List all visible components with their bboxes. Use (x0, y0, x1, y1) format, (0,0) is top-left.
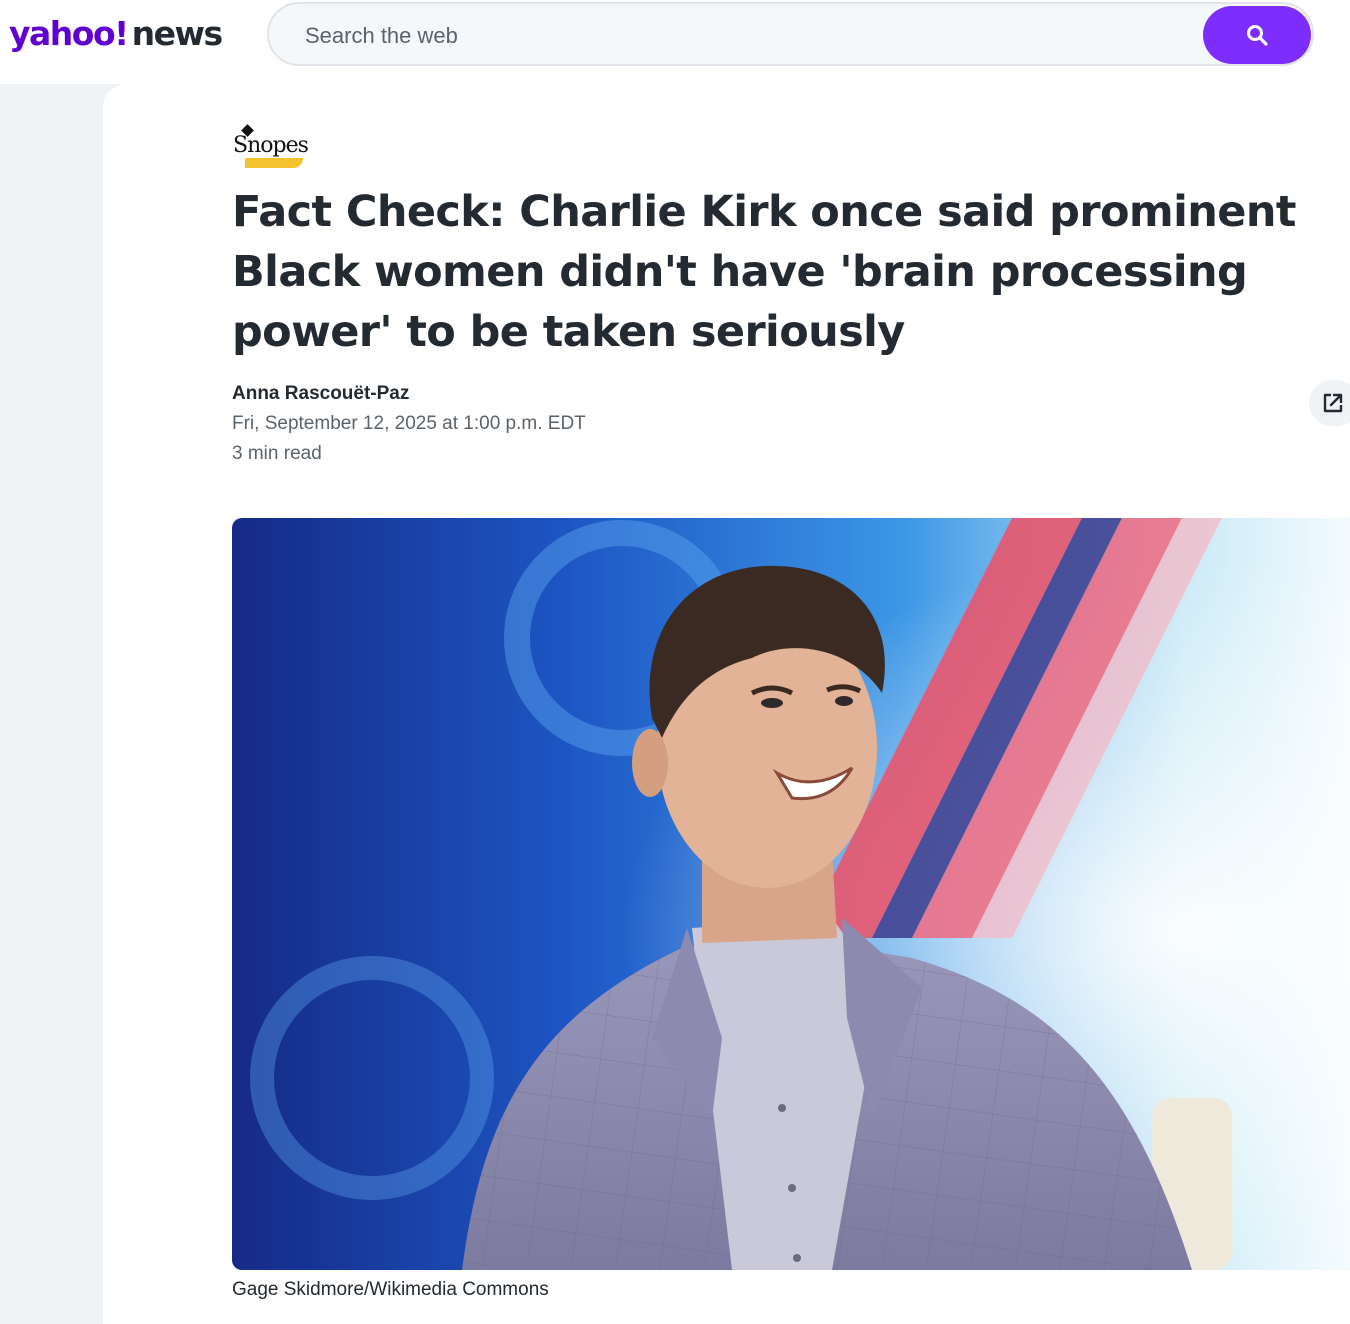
share-button[interactable] (1309, 380, 1350, 426)
article-card: Snopes Fact Check: Charlie Kirk once sai… (103, 84, 1350, 1324)
publish-date: Fri, September 12, 2025 at 1:00 p.m. EDT (232, 413, 586, 434)
share-icon (1323, 393, 1343, 413)
image-caption: Gage Skidmore/Wikimedia Commons (232, 1279, 549, 1300)
source-logo-snopes[interactable]: Snopes (231, 124, 321, 170)
author-name[interactable]: Anna Rascouët-Paz (232, 383, 409, 405)
search-icon (1247, 25, 1268, 46)
article-photo (232, 518, 1350, 1270)
logo-underline (245, 158, 303, 168)
search-button[interactable] (1203, 6, 1311, 64)
logo-news-text: news (131, 14, 224, 53)
yahoo-news-logo[interactable]: yahoo! news (9, 12, 224, 56)
top-bar: yahoo! news (0, 0, 1350, 84)
source-name: Snopes (233, 133, 309, 158)
search-bar (267, 2, 1314, 66)
read-time: 3 min read (232, 443, 322, 464)
search-input[interactable] (303, 20, 1187, 52)
logo-yahoo-text: yahoo! (9, 14, 129, 53)
article-headline: Fact Check: Charlie Kirk once said promi… (232, 187, 1296, 357)
